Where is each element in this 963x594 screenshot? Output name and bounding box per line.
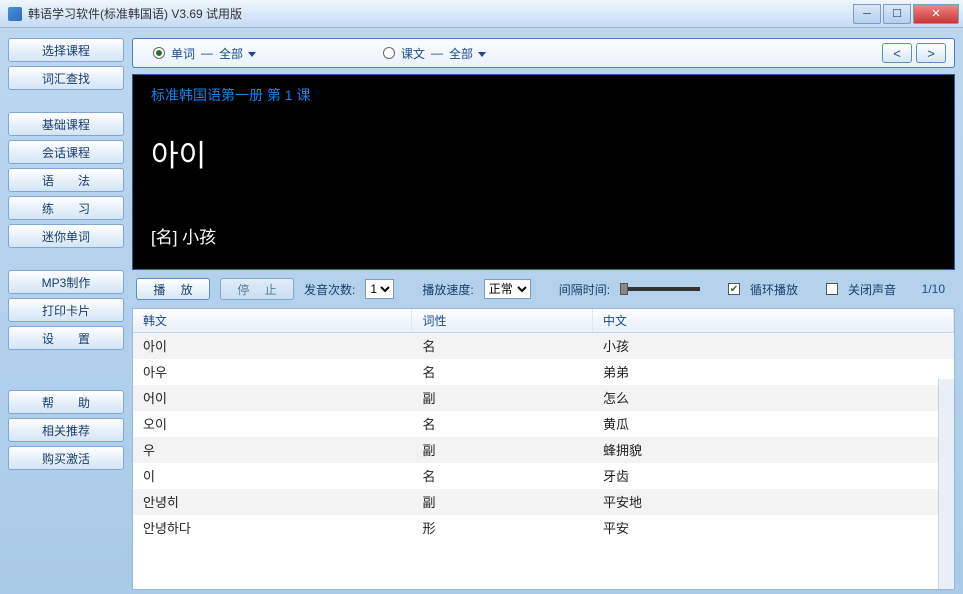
maximize-button[interactable]: ☐ [883, 4, 911, 24]
sidebar-practice[interactable]: 练 习 [8, 196, 124, 220]
mute-checkbox[interactable] [826, 283, 838, 295]
speed-select[interactable]: 正常 [484, 279, 531, 299]
filter-text-group[interactable]: 课文 — 全部 [383, 45, 486, 62]
main-area: 单词 — 全部 课文 — 全部 < > 标准韩国语第一册 第 1 课 아이 [名… [132, 38, 955, 590]
display-panel: 标准韩国语第一册 第 1 课 아이 [名] 小孩 [132, 74, 955, 270]
app-icon [8, 7, 22, 21]
filter-text-scope[interactable]: 全部 [449, 45, 486, 62]
stop-button[interactable]: 停 止 [220, 278, 294, 300]
control-bar: 播 放 停 止 发音次数: 1 播放速度: 正常 间隔时间: ✔ 循环播放 关闭… [132, 276, 955, 302]
scrollbar[interactable] [938, 379, 954, 589]
table-row[interactable]: 안녕히副平安地 [133, 489, 954, 515]
col-chinese[interactable]: 中文 [592, 309, 953, 333]
filter-word-scope[interactable]: 全部 [219, 45, 256, 62]
filter-word-group[interactable]: 单词 — 全部 [153, 45, 256, 62]
table-row[interactable]: 안녕하다形平安 [133, 515, 954, 541]
sidebar-print[interactable]: 打印卡片 [8, 298, 124, 322]
titlebar: 韩语学习软件(标准韩国语) V3.69 试用版 ─ ☐ ✕ [0, 0, 963, 28]
korean-word: 아이 [151, 131, 936, 175]
sidebar-mp3[interactable]: MP3制作 [8, 270, 124, 294]
radio-text-icon[interactable] [383, 47, 395, 59]
col-korean[interactable]: 韩文 [133, 309, 412, 333]
next-button[interactable]: > [916, 43, 946, 63]
sidebar-conversation[interactable]: 会话课程 [8, 140, 124, 164]
table-row[interactable]: 우副蜂拥貌 [133, 437, 954, 463]
table-row[interactable]: 아우名弟弟 [133, 359, 954, 385]
sidebar-grammar[interactable]: 语 法 [8, 168, 124, 192]
sidebar-basic-course[interactable]: 基础课程 [8, 112, 124, 136]
sidebar-select-course[interactable]: 选择课程 [8, 38, 124, 62]
chevron-down-icon [248, 52, 256, 57]
word-meaning: [名] 小孩 [151, 223, 936, 248]
chevron-down-icon [478, 52, 486, 57]
interval-label: 间隔时间: [559, 281, 610, 298]
sidebar-mini-words[interactable]: 迷你单词 [8, 224, 124, 248]
radio-word-icon[interactable] [153, 47, 165, 59]
close-button[interactable]: ✕ [913, 4, 959, 24]
sidebar-settings[interactable]: 设 置 [8, 326, 124, 350]
filter-bar: 单词 — 全部 课文 — 全部 < > [132, 38, 955, 68]
filter-text-label: 课文 [401, 45, 425, 62]
table-row[interactable]: 이名牙齿 [133, 463, 954, 489]
table-row[interactable]: 오이名黄瓜 [133, 411, 954, 437]
progress-counter: 1/10 [922, 282, 945, 296]
mute-label: 关闭声音 [848, 281, 896, 298]
vocab-table-wrap: 韩文 词性 中文 아이名小孩아우名弟弟어이副怎么오이名黄瓜우副蜂拥貌이名牙齿안녕… [132, 308, 955, 590]
nav-arrows: < > [882, 43, 946, 63]
app-body: 选择课程 词汇查找 基础课程 会话课程 语 法 练 习 迷你单词 MP3制作 打… [0, 28, 963, 594]
count-label: 发音次数: [304, 281, 355, 298]
loop-checkbox[interactable]: ✔ [728, 283, 740, 295]
table-row[interactable]: 아이名小孩 [133, 333, 954, 359]
window-controls: ─ ☐ ✕ [851, 4, 959, 24]
interval-slider[interactable] [620, 287, 700, 291]
slider-thumb[interactable] [620, 283, 628, 295]
count-select[interactable]: 1 [365, 279, 394, 299]
sidebar: 选择课程 词汇查找 基础课程 会话课程 语 法 练 习 迷你单词 MP3制作 打… [8, 38, 124, 590]
filter-word-label: 单词 [171, 45, 195, 62]
loop-label: 循环播放 [750, 281, 798, 298]
table-row[interactable]: 어이副怎么 [133, 385, 954, 411]
sidebar-related[interactable]: 相关推荐 [8, 418, 124, 442]
sidebar-buy[interactable]: 购买激活 [8, 446, 124, 470]
prev-button[interactable]: < [882, 43, 912, 63]
window-title: 韩语学习软件(标准韩国语) V3.69 试用版 [28, 5, 851, 22]
speed-label: 播放速度: [422, 281, 473, 298]
vocab-table: 韩文 词性 中文 아이名小孩아우名弟弟어이副怎么오이名黄瓜우副蜂拥貌이名牙齿안녕… [133, 309, 954, 541]
sidebar-help[interactable]: 帮 助 [8, 390, 124, 414]
minimize-button[interactable]: ─ [853, 4, 881, 24]
sidebar-vocab-search[interactable]: 词汇查找 [8, 66, 124, 90]
lesson-title: 标准韩国语第一册 第 1 课 [151, 85, 936, 105]
col-pos[interactable]: 词性 [412, 309, 593, 333]
play-button[interactable]: 播 放 [136, 278, 210, 300]
